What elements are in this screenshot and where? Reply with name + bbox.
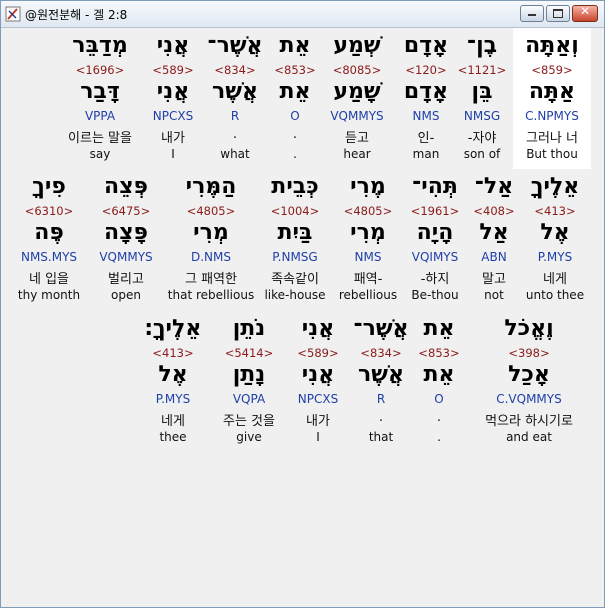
korean-gloss: 족속같이	[271, 272, 319, 287]
lemma-word: אָכַל	[508, 362, 550, 387]
title-bar[interactable]: @원전분해 - 겔 2:8 ✕	[1, 1, 604, 28]
hebrew-word: אֵלֶיךָ׃	[144, 316, 202, 341]
word-cell[interactable]: פְּצֵה <6475> פָּצָה VQMMYS 벌리고 open	[81, 169, 171, 309]
lemma-word: פֶּה	[34, 220, 64, 245]
lemma-word: אֶל	[158, 362, 188, 387]
minimize-button[interactable]	[520, 5, 544, 22]
app-window: @원전분해 - 겔 2:8 ✕ וְאַתָּה <859> אַתָּה C.NPM…	[0, 0, 605, 608]
window-title: @원전분해 - 겔 2:8	[25, 8, 128, 22]
verse-line: וֶאֱכֹל <398> אָכַל C.VQMMYS 먹으라 하시기로 and eat…	[1, 311, 604, 451]
morph-code: D.NMS	[190, 250, 231, 264]
korean-gloss: 벌리고	[108, 272, 144, 287]
morph-code: C.VQMMYS	[496, 392, 562, 406]
maximize-icon	[553, 9, 563, 18]
interlinear-panel: וְאַתָּה <859> אַתָּה C.NPMYS 그러나 너 But thou ב…	[1, 28, 604, 607]
strong-number: <1696>	[75, 63, 125, 77]
morph-code: VQMMYS	[99, 250, 153, 264]
korean-gloss: 먹으라 하시기로	[485, 414, 573, 429]
korean-gloss: 네게	[161, 414, 185, 429]
verse-line: אֵלֶיךָ <413> אֶל P.MYS 네게 unto thee אַל־ <408>…	[1, 169, 604, 309]
korean-gloss: 그 패역한	[185, 272, 237, 287]
english-gloss: that rebellious	[167, 288, 255, 302]
lemma-word: בַּיִת	[277, 220, 313, 245]
hebrew-word: פְּצֵה	[104, 174, 148, 199]
korean-gloss: 이르는 말을	[68, 131, 132, 146]
hebrew-word: מְדַבֵּר	[72, 33, 128, 58]
word-cell[interactable]: אֵלֶיךָ׃ <413> אֶל P.MYS 네게 thee	[128, 311, 218, 451]
hebrew-word: וֶאֱכֹל	[504, 316, 554, 341]
english-gloss: thy month	[17, 288, 81, 302]
english-gloss: open	[111, 288, 141, 302]
english-gloss: and eat	[506, 430, 552, 444]
close-button[interactable]: ✕	[572, 4, 598, 22]
word-cell[interactable]: וֶאֱכֹל <398> אָכַל C.VQMMYS 먹으라 하시기로 and eat	[484, 311, 574, 451]
hebrew-word: כְּבֵית	[271, 174, 319, 199]
app-icon	[5, 6, 21, 22]
english-gloss: thee	[159, 430, 187, 444]
english-gloss: like-house	[264, 288, 326, 302]
word-cell[interactable]: מְדַבֵּר <1696> דָּבַר VPPA 이르는 말을 say	[55, 28, 145, 168]
maximize-button[interactable]	[546, 5, 570, 22]
word-cell[interactable]: כְּבֵית <1004> בַּיִת P.NMSG 족속같이 like-house	[250, 169, 340, 309]
close-icon: ✕	[579, 4, 591, 18]
strong-number: <1004>	[270, 204, 320, 218]
strong-number: <6310>	[24, 204, 74, 218]
lemma-word: פָּצָה	[104, 220, 148, 245]
hebrew-word: פִיךָ	[32, 174, 66, 199]
morph-code: NMS.MYS	[20, 250, 78, 264]
morph-code: VPPA	[84, 109, 116, 123]
strong-number: <4805>	[186, 204, 236, 218]
lemma-word: דָּבַר	[80, 79, 120, 104]
lemma-word: מְרִי	[193, 220, 229, 245]
strong-number: <413>	[152, 346, 194, 360]
korean-gloss: 네 입을	[28, 272, 69, 287]
strong-number: <398>	[508, 346, 550, 360]
hebrew-word: הַמֶּרִי	[185, 174, 237, 199]
word-cell[interactable]: הַמֶּרִי <4805> מְרִי D.NMS 그 패역한 that rebell…	[166, 169, 256, 309]
minimize-icon	[528, 14, 536, 16]
word-cell[interactable]: פִיךָ <6310> פֶּה NMS.MYS 네 입을 thy month	[4, 169, 94, 309]
morph-code: P.NMSG	[272, 250, 318, 264]
verse-line: וְאַתָּה <859> אַתָּה C.NPMYS 그러나 너 But thou ב…	[1, 28, 604, 168]
morph-code: P.MYS	[155, 392, 191, 406]
english-gloss: say	[89, 147, 111, 161]
strong-number: <6475>	[101, 204, 151, 218]
